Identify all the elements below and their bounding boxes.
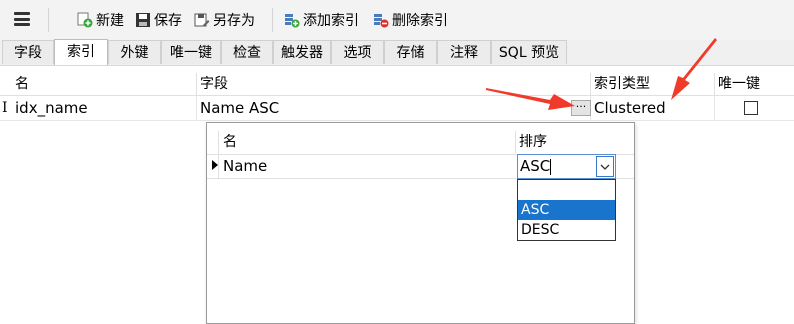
popup-field-name[interactable]: Name	[223, 155, 267, 178]
toolbar-divider	[48, 8, 49, 32]
save-button[interactable]: 保存	[135, 9, 182, 31]
column-header-unique[interactable]: 唯一键	[715, 73, 794, 95]
tab-fields[interactable]: 字段	[2, 40, 54, 64]
tab-comment[interactable]: 注释	[437, 40, 491, 64]
save-as-button[interactable]: 另存为	[194, 9, 255, 31]
sort-option-empty[interactable]	[518, 180, 615, 200]
column-header-name[interactable]: 名	[12, 73, 197, 95]
tab-indexes[interactable]: 索引	[54, 39, 108, 65]
hamburger-menu-icon[interactable]	[14, 12, 30, 26]
add-index-icon	[285, 14, 300, 28]
text-cursor-icon: I	[2, 100, 8, 116]
index-fields-cell[interactable]: Name ASC	[197, 96, 591, 120]
save-icon	[136, 13, 150, 27]
sort-option-asc[interactable]: ASC	[518, 200, 615, 220]
text-caret	[550, 159, 551, 175]
tab-triggers[interactable]: 触发器	[273, 40, 331, 64]
tab-foreign-keys[interactable]: 外键	[108, 40, 161, 64]
current-row-indicator-icon	[212, 160, 218, 170]
tab-unique-keys[interactable]: 唯一键	[161, 40, 221, 64]
edit-fields-button[interactable]: ···	[571, 100, 591, 116]
dropdown-button[interactable]	[596, 156, 614, 177]
toolbar-divider	[272, 8, 273, 32]
delete-index-icon	[374, 14, 389, 28]
save-label: 保存	[154, 13, 182, 29]
column-header-fields[interactable]: 字段	[197, 73, 591, 95]
add-icon	[77, 12, 93, 28]
column-header-index-type[interactable]: 索引类型	[591, 73, 715, 95]
popup-column-header-sort[interactable]: 排序	[516, 131, 634, 153]
index-type-cell[interactable]: Clustered	[591, 96, 715, 120]
sort-option-desc[interactable]: DESC	[518, 220, 615, 240]
new-label: 新建	[96, 13, 124, 29]
tab-checks[interactable]: 检查	[221, 40, 273, 64]
tab-options[interactable]: 选项	[331, 40, 384, 64]
save-as-label: 另存为	[213, 13, 255, 29]
index-name-cell[interactable]: idx_name	[12, 96, 197, 120]
popup-column-header-name[interactable]: 名	[220, 131, 516, 153]
tab-sql-preview[interactable]: SQL 预览	[491, 40, 567, 64]
add-index-label: 添加索引	[303, 13, 359, 29]
sort-order-value[interactable]: ASC	[520, 155, 550, 178]
save-as-icon	[194, 13, 210, 27]
delete-index-button[interactable]: 删除索引	[373, 9, 448, 31]
unique-checkbox[interactable]	[744, 101, 758, 115]
new-button[interactable]: 新建	[77, 9, 124, 31]
add-index-button[interactable]: 添加索引	[284, 9, 359, 31]
delete-index-label: 删除索引	[392, 13, 448, 29]
tab-storage[interactable]: 存储	[384, 40, 437, 64]
chevron-down-icon	[600, 164, 610, 170]
